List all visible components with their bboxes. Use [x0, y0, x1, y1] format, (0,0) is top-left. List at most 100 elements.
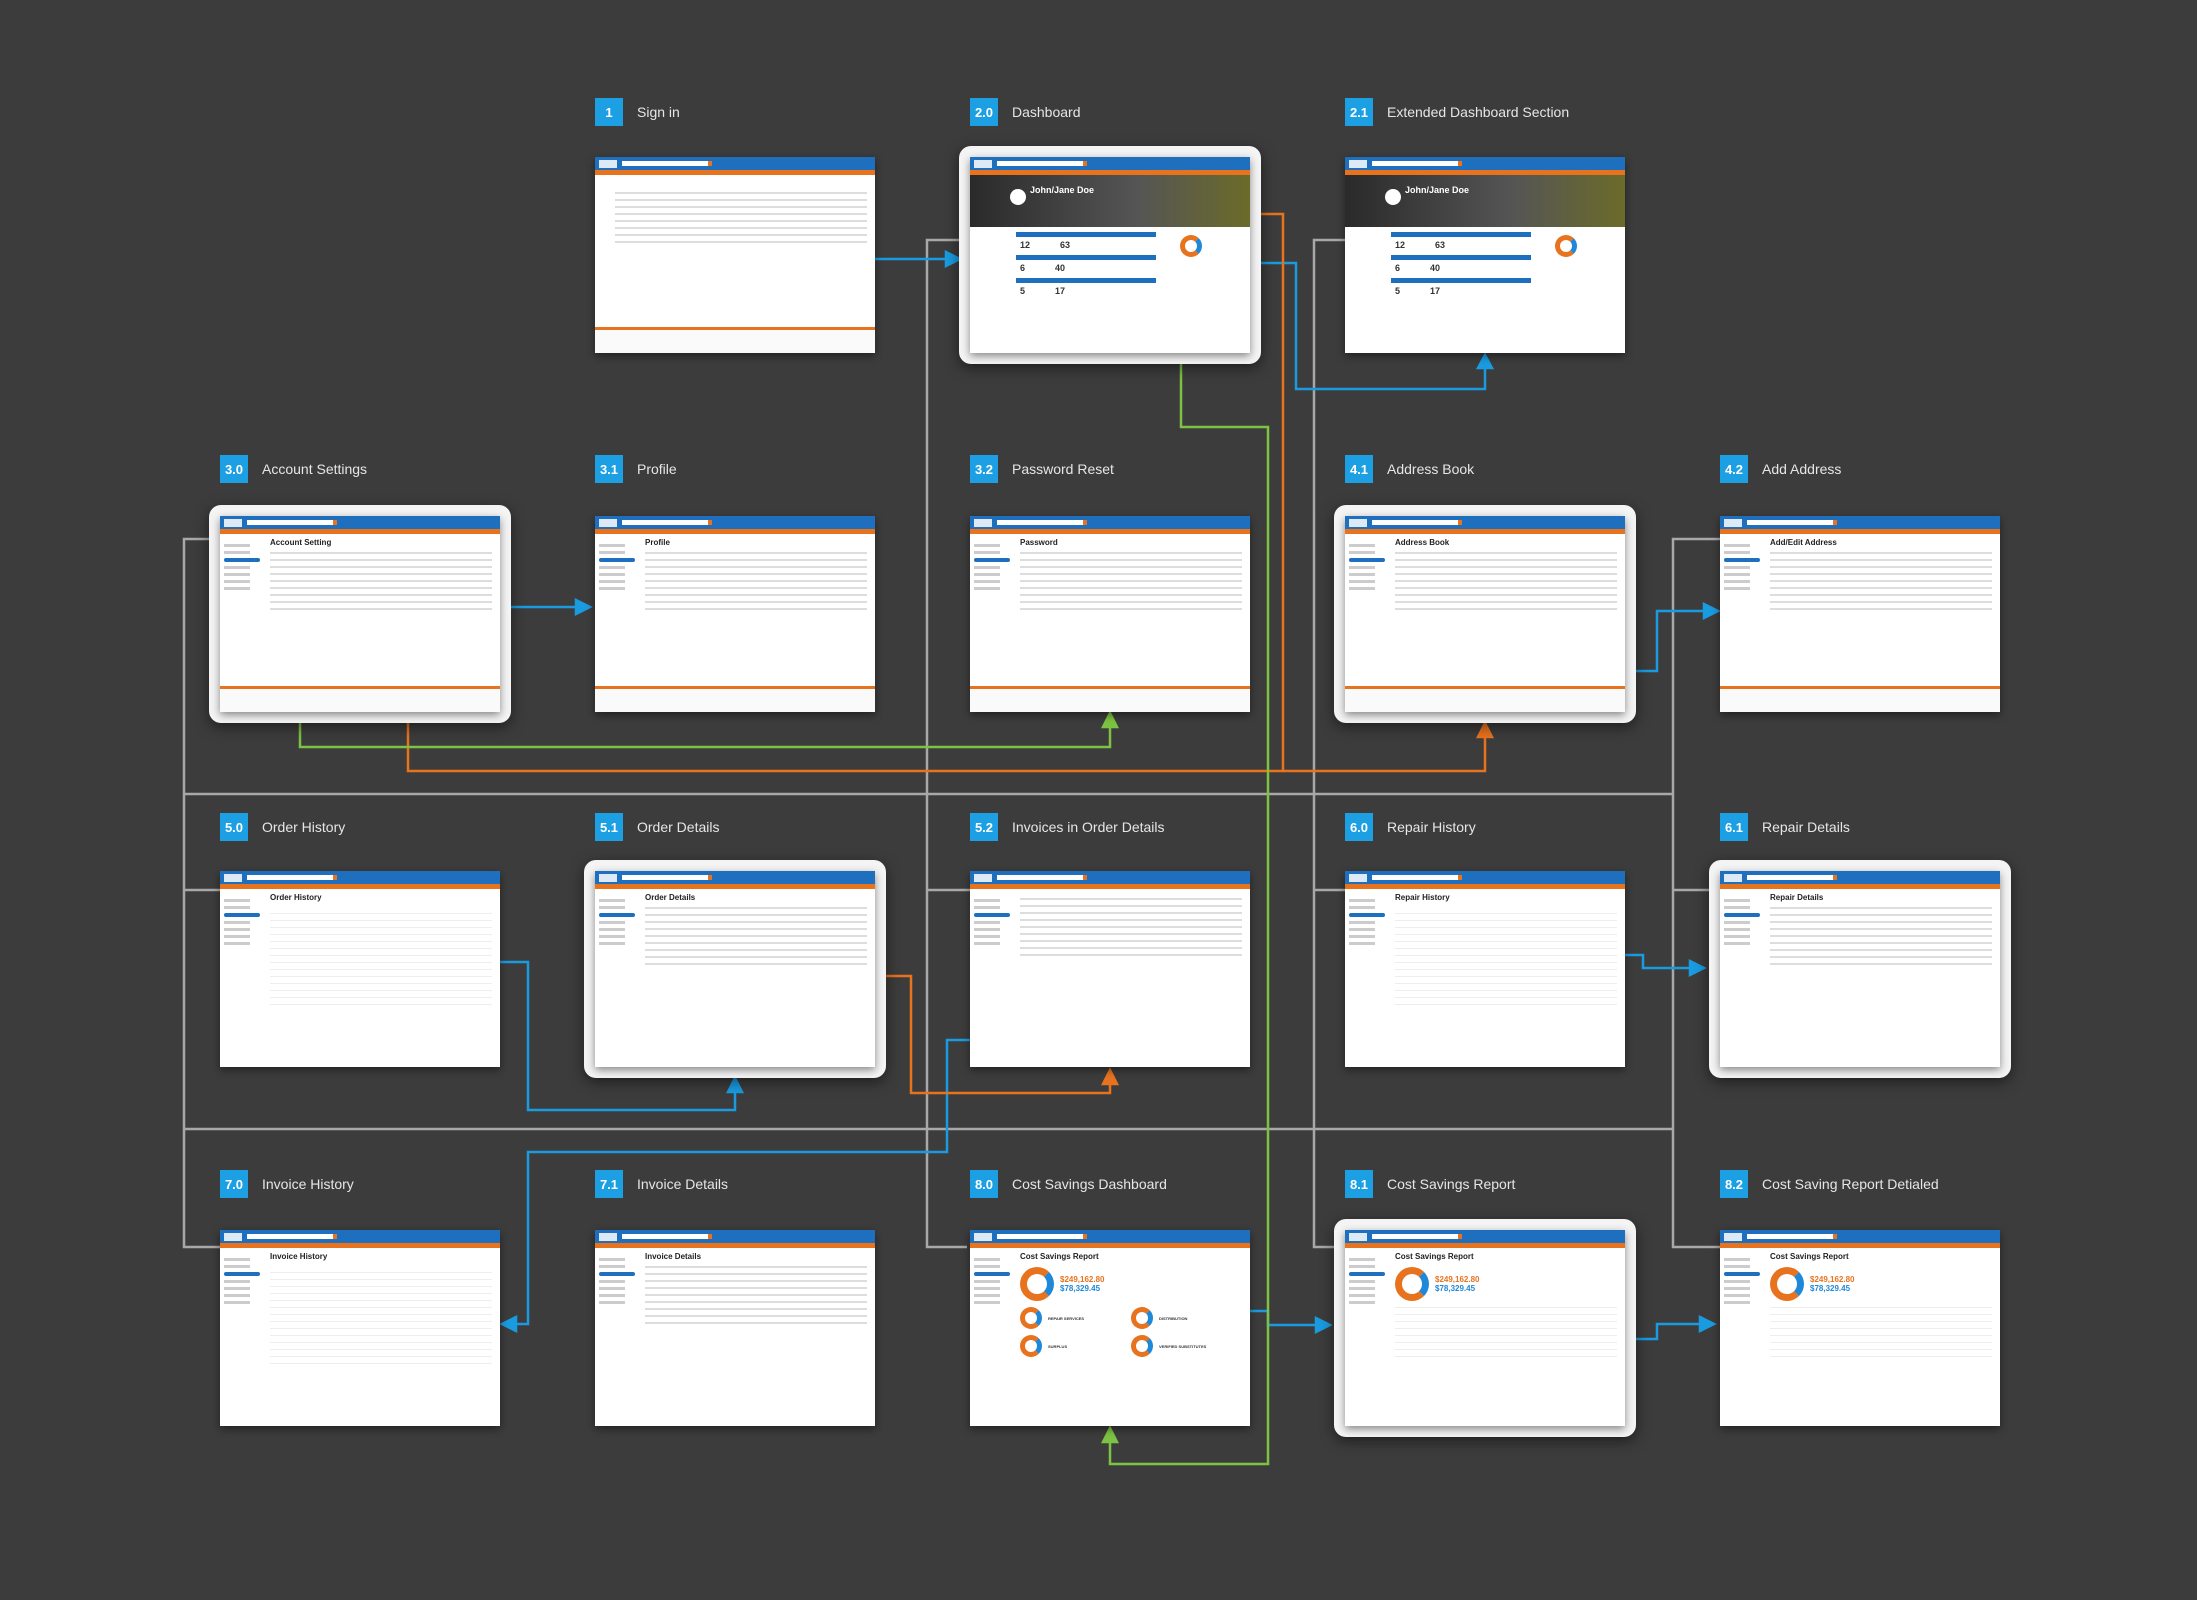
sidebar-item[interactable] — [974, 906, 1000, 909]
sidebar-item[interactable] — [224, 551, 250, 554]
sidebar-item[interactable] — [1724, 906, 1750, 909]
sidebar-item[interactable] — [1724, 1287, 1750, 1290]
sidebar-item[interactable] — [1724, 899, 1750, 902]
sidebar-item[interactable] — [1724, 566, 1750, 569]
sidebar-item[interactable] — [974, 573, 1000, 576]
screen-thumbnail[interactable] — [970, 871, 1250, 1067]
sidebar-item[interactable] — [1724, 935, 1750, 938]
sidebar-item[interactable] — [1349, 551, 1375, 554]
sidebar-item[interactable] — [224, 1294, 250, 1297]
sidebar-item[interactable] — [974, 544, 1000, 547]
sidebar-item[interactable] — [599, 899, 625, 902]
sidebar-item[interactable] — [224, 558, 260, 562]
sidebar-item[interactable] — [599, 573, 625, 576]
sidebar-item[interactable] — [1349, 899, 1375, 902]
sidebar-item[interactable] — [974, 587, 1000, 590]
sidebar-item[interactable] — [974, 558, 1010, 562]
sidebar-item[interactable] — [1349, 906, 1375, 909]
sidebar-item[interactable] — [1349, 580, 1375, 583]
sidebar-item[interactable] — [974, 1301, 1000, 1304]
sidebar-item[interactable] — [1724, 544, 1750, 547]
sidebar-item[interactable] — [1724, 1258, 1750, 1261]
sidebar-item[interactable] — [1724, 1265, 1750, 1268]
screen-thumbnail[interactable]: Address Book — [1345, 516, 1625, 712]
sidebar-item[interactable] — [224, 928, 250, 931]
screen-thumbnail[interactable]: Order History — [220, 871, 500, 1067]
sidebar-item[interactable] — [1724, 1301, 1750, 1304]
sidebar-item[interactable] — [1349, 1301, 1375, 1304]
sidebar-item[interactable] — [1724, 921, 1750, 924]
sidebar-item[interactable] — [599, 1258, 625, 1261]
sidebar-item[interactable] — [224, 566, 250, 569]
sidebar-item[interactable] — [1724, 1272, 1760, 1276]
screen-thumbnail[interactable]: Repair History — [1345, 871, 1625, 1067]
sidebar-item[interactable] — [974, 1272, 1010, 1276]
screen-thumbnail[interactable]: John/Jane Doe 12 63 6 40 5 17 — [970, 157, 1250, 353]
screen-thumbnail[interactable]: Profile — [595, 516, 875, 712]
sidebar-item[interactable] — [1349, 1294, 1375, 1297]
sidebar-item[interactable] — [224, 1280, 250, 1283]
screen-thumbnail[interactable]: Cost Savings Report $249,162.80 $78,329.45… — [970, 1230, 1250, 1426]
screen-thumbnail[interactable] — [595, 157, 875, 353]
sidebar-item[interactable] — [224, 1265, 250, 1268]
screen-thumbnail[interactable]: Password — [970, 516, 1250, 712]
sidebar-item[interactable] — [599, 1280, 625, 1283]
sidebar-item[interactable] — [974, 913, 1010, 917]
sidebar-item[interactable] — [1349, 935, 1375, 938]
sidebar-item[interactable] — [599, 587, 625, 590]
sidebar-item[interactable] — [1349, 1258, 1375, 1261]
sidebar-item[interactable] — [1724, 942, 1750, 945]
sidebar-item[interactable] — [599, 913, 635, 917]
sidebar-item[interactable] — [224, 913, 260, 917]
sidebar-item[interactable] — [974, 1280, 1000, 1283]
sidebar-item[interactable] — [599, 1265, 625, 1268]
screen-thumbnail[interactable]: Invoice History — [220, 1230, 500, 1426]
sidebar-item[interactable] — [1724, 1280, 1750, 1283]
sidebar-item[interactable] — [224, 573, 250, 576]
sidebar-item[interactable] — [1724, 928, 1750, 931]
sidebar-item[interactable] — [974, 1258, 1000, 1261]
sidebar-item[interactable] — [599, 1272, 635, 1276]
sidebar-item[interactable] — [224, 587, 250, 590]
sidebar-item[interactable] — [974, 551, 1000, 554]
sidebar-item[interactable] — [1724, 558, 1760, 562]
sidebar-item[interactable] — [1724, 580, 1750, 583]
screen-thumbnail[interactable]: Account Setting — [220, 516, 500, 712]
sidebar-item[interactable] — [599, 1301, 625, 1304]
sidebar-item[interactable] — [599, 1287, 625, 1290]
sidebar-item[interactable] — [599, 942, 625, 945]
sidebar-item[interactable] — [224, 906, 250, 909]
sidebar-item[interactable] — [599, 551, 625, 554]
screen-thumbnail[interactable]: Add/Edit Address — [1720, 516, 2000, 712]
sidebar-item[interactable] — [1724, 913, 1760, 917]
sidebar-item[interactable] — [1349, 1272, 1385, 1276]
sidebar-item[interactable] — [224, 1287, 250, 1290]
sidebar-item[interactable] — [974, 1294, 1000, 1297]
sidebar-item[interactable] — [974, 566, 1000, 569]
screen-thumbnail[interactable]: Cost Savings Report $249,162.80 $78,329.45 — [1720, 1230, 2000, 1426]
sidebar-item[interactable] — [224, 935, 250, 938]
sidebar-item[interactable] — [224, 942, 250, 945]
sidebar-item[interactable] — [224, 544, 250, 547]
sidebar-item[interactable] — [1349, 566, 1375, 569]
sidebar-item[interactable] — [599, 921, 625, 924]
screen-thumbnail[interactable]: John/Jane Doe 12 63 6 40 5 17 — [1345, 157, 1625, 353]
sidebar-item[interactable] — [1724, 573, 1750, 576]
sidebar-item[interactable] — [974, 921, 1000, 924]
sidebar-item[interactable] — [599, 558, 635, 562]
sidebar-item[interactable] — [599, 928, 625, 931]
sidebar-item[interactable] — [224, 1272, 260, 1276]
sidebar-item[interactable] — [1724, 1294, 1750, 1297]
sidebar-item[interactable] — [599, 544, 625, 547]
sidebar-item[interactable] — [1349, 928, 1375, 931]
sidebar-item[interactable] — [224, 899, 250, 902]
sidebar-item[interactable] — [1349, 1280, 1375, 1283]
screen-thumbnail[interactable]: Order Details — [595, 871, 875, 1067]
sidebar-item[interactable] — [1724, 551, 1750, 554]
sidebar-item[interactable] — [599, 935, 625, 938]
sidebar-item[interactable] — [974, 899, 1000, 902]
sidebar-item[interactable] — [224, 1258, 250, 1261]
screen-thumbnail[interactable]: Repair Details — [1720, 871, 2000, 1067]
sidebar-item[interactable] — [1349, 544, 1375, 547]
sidebar-item[interactable] — [1724, 587, 1750, 590]
